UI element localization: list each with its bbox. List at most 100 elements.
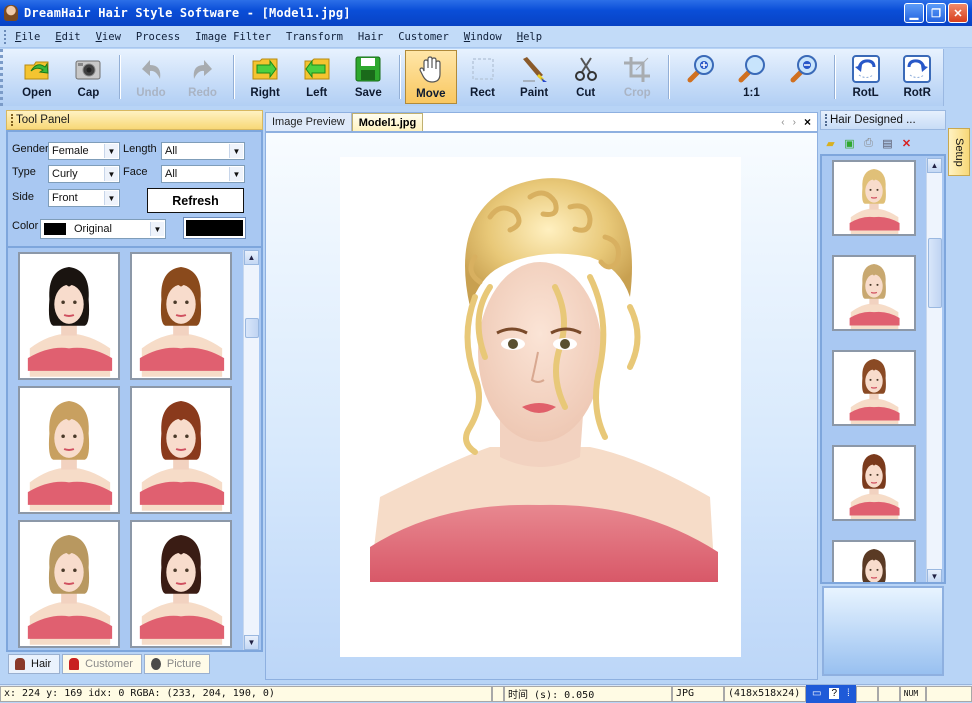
rotate-right-button[interactable]: RotR (891, 50, 943, 104)
setup-tab[interactable]: Setup (948, 128, 970, 176)
panel-grip[interactable] (11, 114, 13, 126)
rotate-left-button[interactable]: RotL (840, 50, 892, 104)
zoom-out-button[interactable] (777, 50, 829, 104)
designed-hair-item[interactable] (832, 255, 916, 331)
hair-thumbnail-short-blonde[interactable] (18, 386, 120, 514)
app-icon (4, 5, 18, 21)
open-button[interactable]: Open (11, 50, 63, 104)
rect-button[interactable]: Rect (457, 50, 509, 104)
menu-hair[interactable]: Hair (358, 31, 383, 43)
color-picker-button[interactable] (183, 217, 246, 239)
chevron-down-icon: ▼ (104, 144, 118, 158)
designed-hair-item[interactable] (832, 160, 916, 236)
close-button[interactable]: ✕ (948, 3, 968, 23)
menu-help[interactable]: Help (517, 31, 542, 43)
undo-label: Undo (136, 87, 166, 99)
tool-panel: Tool Panel Gender Female ▼ Length All ▼ … (6, 110, 263, 684)
menu-customer[interactable]: Customer (398, 31, 449, 43)
tab-next-button[interactable]: › (793, 117, 796, 128)
capture-button[interactable]: Cap (63, 50, 115, 104)
menubar-grip[interactable] (4, 29, 7, 44)
preview-icon[interactable]: ▤ (881, 137, 894, 150)
designed-scrollbar[interactable]: ▲ ▼ (926, 158, 942, 582)
keyboard-icon[interactable]: ▭ (812, 688, 821, 699)
designed-hair-item[interactable] (832, 540, 916, 582)
scroll-down-button[interactable]: ▼ (244, 635, 259, 650)
tab-image-preview[interactable]: Image Preview (266, 113, 352, 131)
menu-file[interactable]: File (15, 31, 40, 43)
hair-thumbnail-bun-auburn[interactable] (130, 252, 232, 380)
zoom-actual-button[interactable]: 1:1 (726, 50, 778, 104)
tab-model1[interactable]: Model1.jpg (351, 113, 424, 131)
tab-picture[interactable]: Picture (143, 654, 211, 674)
crop-label: Crop (623, 87, 651, 99)
undo-button[interactable]: Undo (125, 50, 177, 104)
menu-edit[interactable]: Edit (55, 31, 80, 43)
help-icon[interactable]: ? (829, 688, 840, 699)
save-button[interactable]: Save (343, 50, 395, 104)
hair-thumbnail-curly-updo-black[interactable] (18, 252, 120, 380)
menu-image-filter[interactable]: Image Filter (195, 31, 271, 43)
delete-icon[interactable]: ✕ (900, 137, 913, 150)
menu-view[interactable]: View (96, 31, 121, 43)
refresh-button[interactable]: Refresh (147, 188, 244, 213)
status-dimensions: (418x518x24) (724, 685, 806, 702)
tool-panel-header[interactable]: Tool Panel (6, 110, 263, 130)
hairstyle-preview (27, 267, 113, 377)
hair-tab-icon (15, 658, 25, 670)
left-button[interactable]: Left (291, 50, 343, 104)
paint-button[interactable]: Paint (508, 50, 560, 104)
menu-process[interactable]: Process (136, 31, 180, 43)
panel-grip[interactable] (825, 114, 827, 126)
chevron-down-icon: ▼ (150, 222, 164, 236)
cut-label: Cut (576, 87, 596, 99)
tab-customer[interactable]: Customer (62, 654, 142, 674)
scroll-up-button[interactable]: ▲ (927, 158, 942, 173)
print-icon[interactable]: ⎙ (862, 137, 875, 150)
redo-button[interactable]: Redo (177, 50, 229, 104)
designed-hair-item[interactable] (832, 445, 916, 521)
save-icon[interactable]: ▣ (843, 137, 856, 150)
hair-thumbnail-messy-updo-blonde[interactable] (18, 520, 120, 648)
tab-prev-button[interactable]: ‹ (781, 117, 784, 128)
restore-button[interactable]: ❐ (926, 3, 946, 23)
move-button[interactable]: Move (405, 50, 457, 104)
scroll-down-button[interactable]: ▼ (927, 569, 942, 582)
hair-thumbnail-spiky-red[interactable] (130, 386, 232, 514)
scroll-up-button[interactable]: ▲ (244, 250, 259, 265)
minimize-button[interactable]: ▁ (904, 3, 924, 23)
close-document-button[interactable]: × (804, 115, 811, 129)
menu-window[interactable]: Window (464, 31, 502, 43)
crop-button[interactable]: Crop (611, 50, 663, 104)
type-select[interactable]: Curly ▼ (48, 165, 120, 183)
hairstyle-preview (139, 401, 225, 511)
cut-button[interactable]: Cut (560, 50, 612, 104)
tray-more-icon[interactable]: ⁞ (847, 688, 850, 699)
gallery-scrollbar[interactable]: ▲ ▼ (243, 250, 259, 650)
scroll-thumb[interactable] (928, 238, 942, 308)
face-select[interactable]: All ▼ (161, 165, 245, 183)
toolbar-separator (233, 55, 235, 99)
image-canvas[interactable] (265, 132, 818, 680)
designed-hair-item[interactable] (832, 350, 916, 426)
scroll-thumb[interactable] (245, 318, 259, 338)
chevron-down-icon: ▼ (247, 638, 256, 647)
length-select[interactable]: All ▼ (161, 142, 245, 160)
menu-transform[interactable]: Transform (286, 31, 343, 43)
hair-thumbnail-long-dark[interactable] (130, 520, 232, 648)
hairstyle-preview (862, 548, 886, 582)
hair-designed-header[interactable]: Hair Designed ... (820, 110, 946, 130)
rect-select-icon (468, 54, 498, 84)
hairstyle-preview (849, 168, 900, 234)
open-icon[interactable]: ▰ (824, 137, 837, 150)
tab-hair[interactable]: Hair (8, 654, 61, 674)
picture-tab-icon (150, 658, 161, 670)
gender-select[interactable]: Female ▼ (48, 142, 120, 160)
right-button[interactable]: Right (239, 50, 291, 104)
color-select[interactable]: Original ▼ (40, 219, 166, 239)
status-time: 时间 (s): 0.050 (504, 685, 672, 702)
side-select[interactable]: Front ▼ (48, 189, 120, 207)
resize-grip[interactable] (925, 685, 972, 702)
zoom-in-button[interactable] (674, 50, 726, 104)
model-photo[interactable] (340, 157, 741, 657)
